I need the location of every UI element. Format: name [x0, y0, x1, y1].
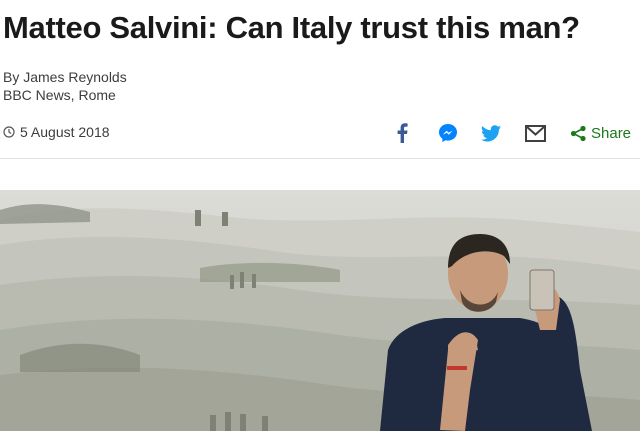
divider [0, 158, 640, 159]
share-icon [570, 125, 586, 141]
share-bar: Share [390, 120, 640, 146]
email-share-button[interactable] [525, 120, 546, 146]
date-text: 5 August 2018 [20, 124, 110, 140]
messenger-icon [439, 124, 457, 142]
article-date: 5 August 2018 [3, 124, 110, 140]
hero-image [0, 190, 640, 431]
messenger-share-button[interactable] [438, 120, 458, 146]
clock-icon [3, 126, 15, 138]
byline-author: By James Reynolds [3, 69, 127, 85]
article-headline: Matteo Salvini: Can Italy trust this man… [3, 10, 580, 45]
facebook-icon [397, 123, 408, 143]
byline-location: BBC News, Rome [3, 87, 116, 103]
hero-photo [0, 190, 640, 431]
share-button[interactable]: Share [570, 120, 631, 146]
facebook-share-button[interactable] [396, 120, 408, 146]
twitter-share-button[interactable] [481, 120, 501, 146]
share-label: Share [591, 124, 632, 142]
byline: By James Reynolds BBC News, Rome [3, 68, 127, 104]
twitter-icon [481, 124, 501, 141]
email-icon [525, 124, 546, 142]
